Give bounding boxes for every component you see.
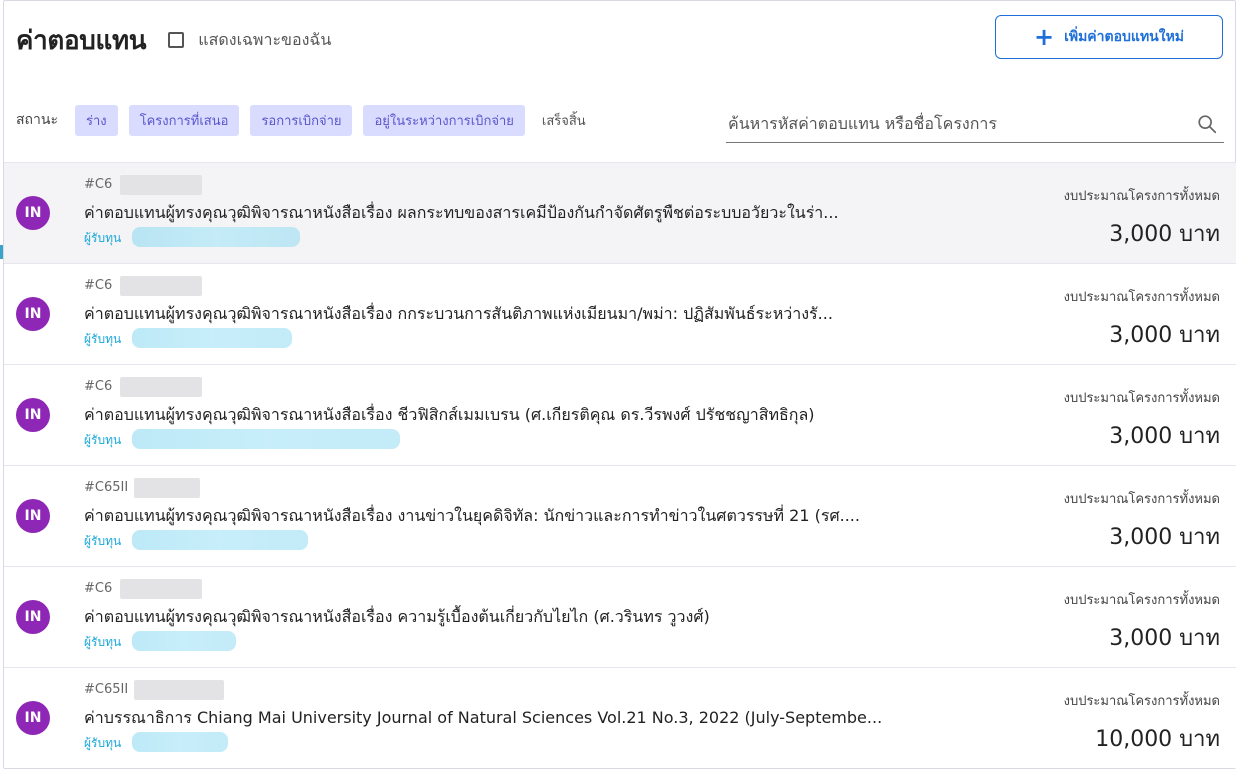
budget-amount: 10,000 บาท	[1095, 727, 1220, 752]
search-box	[726, 105, 1224, 143]
redacted-funder	[132, 429, 400, 449]
add-compensation-button[interactable]: + เพิ่มค่าตอบแทนใหม่	[995, 15, 1223, 59]
funder-label: ผู้รับทุน	[84, 231, 122, 245]
budget-label: งบประมาณโครงการทั้งหมด	[1063, 189, 1220, 204]
plus-icon: +	[1033, 23, 1055, 51]
budget-amount: 3,000 บาท	[1109, 323, 1220, 348]
item-code: #C6	[84, 581, 113, 596]
item-code: #C6	[84, 177, 113, 192]
budget-label: งบประมาณโครงการทั้งหมด	[1063, 694, 1220, 709]
budget-label: งบประมาณโครงการทั้งหมด	[1063, 492, 1220, 507]
redacted-funder	[132, 530, 308, 550]
list-item[interactable]: IN #C6 ค่าตอบแทนผู้ทรงคุณวุฒิพิจารณาหนัง…	[4, 263, 1236, 364]
item-code: #C65II	[84, 480, 129, 495]
budget-amount: 3,000 บาท	[1109, 222, 1220, 247]
list-item[interactable]: IN #C6 ค่าตอบแทนผู้ทรงคุณวุฒิพิจารณาหนัง…	[4, 364, 1236, 465]
budget-label: งบประมาณโครงการทั้งหมด	[1063, 593, 1220, 608]
funder-label: ผู้รับทุน	[84, 635, 122, 649]
redacted-code	[134, 680, 224, 700]
redacted-code	[120, 276, 202, 296]
redacted-code	[134, 478, 200, 498]
list-item[interactable]: IN #C6 ค่าตอบแทนผู้ทรงคุณวุฒิพิจารณาหนัง…	[4, 162, 1236, 263]
only-mine-label[interactable]: แสดงเฉพาะของฉัน	[198, 28, 331, 53]
avatar: IN	[16, 297, 50, 331]
budget-amount: 3,000 บาท	[1109, 525, 1220, 550]
filter-chip-proposed[interactable]: โครงการที่เสนอ	[128, 104, 240, 136]
search-icon[interactable]	[1196, 113, 1218, 135]
avatar: IN	[16, 499, 50, 533]
header: ค่าตอบแทน แสดงเฉพาะของฉัน	[16, 15, 331, 65]
redacted-funder	[132, 732, 228, 752]
status-filters: สถานะ ร่าง โครงการที่เสนอ รอการเบิกจ่าย …	[16, 104, 603, 136]
item-title: ค่าตอบแทนผู้ทรงคุณวุฒิพิจารณาหนังสือเรื่…	[84, 405, 815, 424]
redacted-code	[120, 175, 202, 195]
item-title: ค่าตอบแทนผู้ทรงคุณวุฒิพิจารณาหนังสือเรื่…	[84, 304, 833, 323]
scroll-indicator	[0, 245, 3, 259]
item-code: #C6	[84, 379, 113, 394]
compensation-list: IN #C6 ค่าตอบแทนผู้ทรงคุณวุฒิพิจารณาหนัง…	[4, 162, 1236, 768]
redacted-funder	[132, 227, 300, 247]
page-title: ค่าตอบแทน	[16, 25, 147, 56]
list-item[interactable]: IN #C6 ค่าตอบแทนผู้ทรงคุณวุฒิพิจารณาหนัง…	[4, 566, 1236, 667]
avatar: IN	[16, 398, 50, 432]
redacted-funder	[132, 328, 292, 348]
redacted-code	[120, 579, 202, 599]
redacted-funder	[132, 631, 236, 651]
search-input[interactable]	[726, 105, 1168, 141]
filter-chip-awaiting-payment[interactable]: รอการเบิกจ่าย	[250, 104, 353, 136]
avatar: IN	[16, 701, 50, 735]
budget-label: งบประมาณโครงการทั้งหมด	[1063, 290, 1220, 305]
filter-chip-completed[interactable]: เสร็จสิ้น	[536, 105, 592, 136]
budget-amount: 3,000 บาท	[1109, 626, 1220, 651]
item-code: #C6	[84, 278, 113, 293]
item-title: ค่าตอบแทนผู้ทรงคุณวุฒิพิจารณาหนังสือเรื่…	[84, 506, 860, 525]
budget-label: งบประมาณโครงการทั้งหมด	[1063, 391, 1220, 406]
filter-chip-draft[interactable]: ร่าง	[74, 104, 118, 136]
redacted-code	[120, 377, 202, 397]
add-button-label: เพิ่มค่าตอบแทนใหม่	[1064, 29, 1185, 45]
funder-label: ผู้รับทุน	[84, 433, 122, 447]
status-label: สถานะ	[16, 112, 58, 128]
only-mine-checkbox[interactable]	[168, 32, 185, 48]
funder-label: ผู้รับทุน	[84, 332, 122, 346]
list-item[interactable]: IN #C65II ค่าบรรณาธิการ Chiang Mai Unive…	[4, 667, 1236, 768]
list-item[interactable]: IN #C65II ค่าตอบแทนผู้ทรงคุณวุฒิพิจารณาห…	[4, 465, 1236, 566]
avatar: IN	[16, 600, 50, 634]
budget-amount: 3,000 บาท	[1109, 424, 1220, 449]
filter-chip-in-payment[interactable]: อยู่ในระหว่างการเบิกจ่าย	[363, 104, 525, 136]
item-code: #C65II	[84, 682, 129, 697]
item-title: ค่าตอบแทนผู้ทรงคุณวุฒิพิจารณาหนังสือเรื่…	[84, 203, 839, 222]
avatar: IN	[16, 196, 50, 230]
item-title: ค่าตอบแทนผู้ทรงคุณวุฒิพิจารณาหนังสือเรื่…	[84, 607, 710, 626]
funder-label: ผู้รับทุน	[84, 736, 122, 750]
item-title: ค่าบรรณาธิการ Chiang Mai University Jour…	[84, 708, 883, 727]
funder-label: ผู้รับทุน	[84, 534, 122, 548]
